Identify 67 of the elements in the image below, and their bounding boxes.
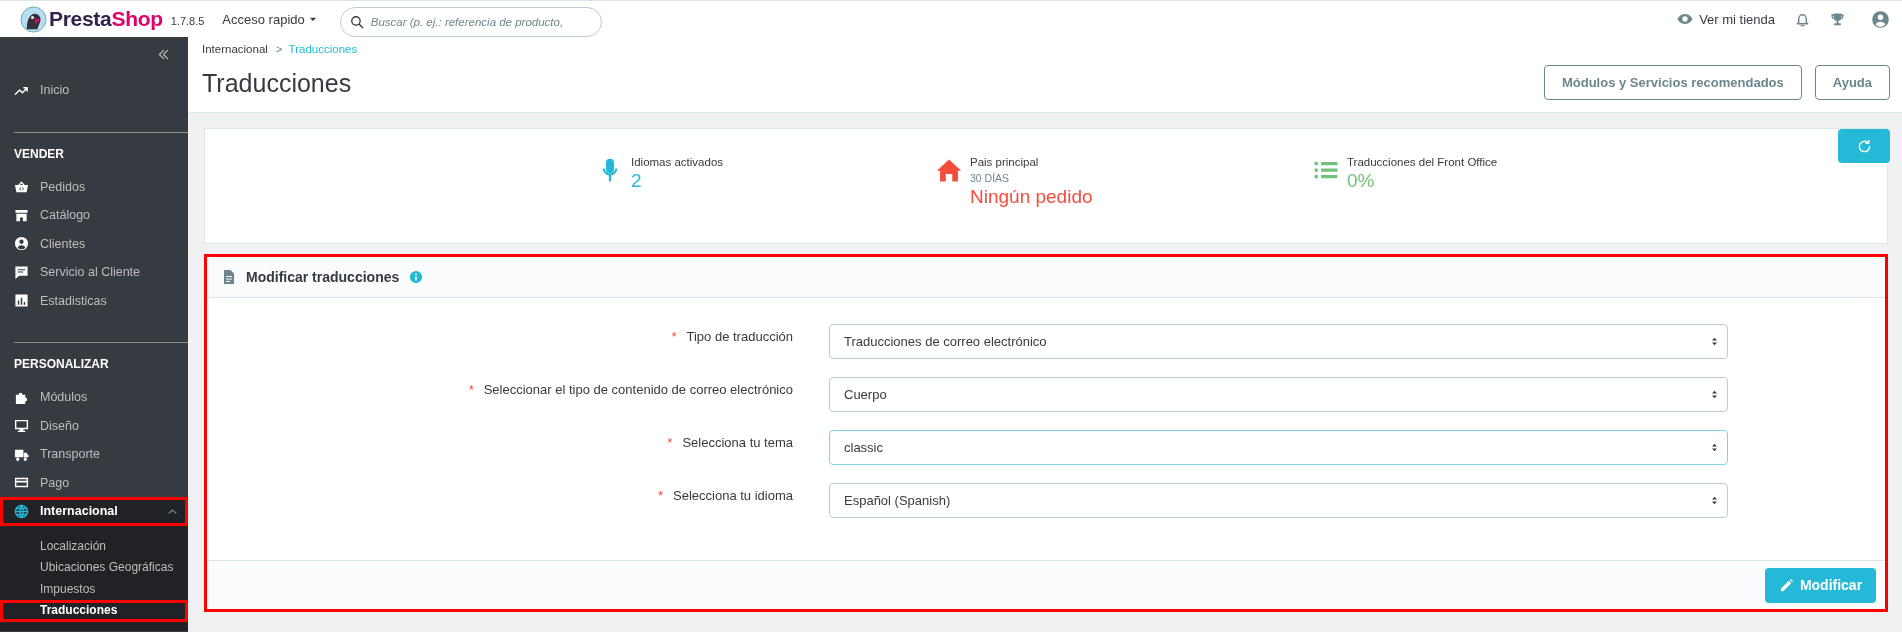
submenu-item[interactable]: Traducciones bbox=[0, 600, 188, 622]
breadcrumb-current: Traducciones bbox=[288, 43, 358, 55]
field-label: Selecciona tu tema bbox=[682, 435, 793, 450]
select-field[interactable]: classic bbox=[829, 430, 1728, 465]
breadcrumb-separator: > bbox=[275, 43, 283, 55]
page-title: Traducciones bbox=[202, 68, 352, 98]
house-icon bbox=[936, 157, 962, 183]
field-label: Selecciona tu idioma bbox=[673, 488, 793, 503]
quick-access-menu[interactable]: Acceso rapido bbox=[222, 11, 318, 27]
sidebar-item[interactable]: Módulos bbox=[0, 383, 188, 412]
stat-label: Traducciones del Front Office bbox=[1347, 156, 1498, 168]
submenu-item[interactable]: Localización bbox=[0, 535, 188, 557]
eye-icon bbox=[1677, 11, 1694, 27]
trophy-icon[interactable] bbox=[1830, 11, 1845, 27]
required-mark: * bbox=[657, 488, 664, 503]
section-heading: VENDER bbox=[14, 145, 65, 163]
info-icon[interactable] bbox=[409, 270, 424, 284]
sidebar-item[interactable]: Clientes bbox=[0, 229, 188, 258]
stat-period: 30 DÍAS bbox=[970, 172, 1011, 184]
field-label: Tipo de traducción bbox=[686, 329, 793, 344]
double-chevron-icon[interactable] bbox=[157, 48, 170, 61]
required-mark: * bbox=[468, 382, 474, 397]
select-field[interactable]: Español (Spanish) bbox=[829, 483, 1728, 518]
sidebar-item[interactable]: Transporte bbox=[0, 440, 188, 469]
stat-label: Idiomas activados bbox=[631, 156, 724, 168]
globe-icon bbox=[14, 503, 29, 519]
pencil-icon bbox=[1778, 577, 1794, 593]
select-field[interactable]: Traducciones de correo electrónico bbox=[829, 324, 1728, 359]
sidebar-item[interactable]: Inicio bbox=[0, 76, 188, 105]
submenu-item[interactable]: Ubicaciones Geográficas bbox=[0, 557, 188, 579]
store-icon bbox=[14, 207, 29, 223]
toolbar-button[interactable]: Módulos y Servicios recomendados bbox=[1543, 65, 1802, 100]
bar-chart-icon bbox=[14, 293, 29, 309]
sidebar-item[interactable]: Diseño bbox=[0, 411, 188, 440]
panel-title: Modificar traducciones bbox=[246, 269, 400, 285]
stat-value: Ningún pedido bbox=[970, 186, 1093, 208]
monitor-icon bbox=[14, 418, 29, 434]
stat-value: 0% bbox=[1347, 170, 1376, 192]
view-store-link[interactable]: Ver mi tienda bbox=[1677, 11, 1775, 27]
sidebar-item[interactable]: Pago bbox=[0, 468, 188, 497]
required-mark: * bbox=[671, 329, 677, 344]
chat-icon bbox=[14, 264, 29, 280]
breadcrumb-link[interactable]: Internacional bbox=[202, 43, 268, 55]
refresh-icon bbox=[1856, 138, 1872, 154]
user-icon[interactable] bbox=[1871, 9, 1890, 29]
sidebar-item[interactable]: Catálogo bbox=[0, 201, 188, 230]
sidebar-item[interactable]: Servicio al Cliente bbox=[0, 258, 188, 287]
stat-value: 2 bbox=[631, 170, 643, 192]
select-field[interactable]: Cuerpo bbox=[829, 377, 1728, 412]
bell-icon[interactable] bbox=[1795, 11, 1810, 27]
section-heading: PERSONALIZAR bbox=[14, 356, 110, 373]
search-field[interactable]: Buscar (p. ej.: referencia de producto, bbox=[339, 7, 602, 37]
search-icon bbox=[349, 15, 364, 29]
brand-name: PrestaShop bbox=[49, 7, 163, 31]
submenu-item[interactable]: Impuestos bbox=[0, 578, 188, 600]
user-icon bbox=[14, 236, 29, 252]
sidebar-item[interactable]: Estadisticas bbox=[0, 286, 188, 315]
sidebar-item[interactable]: Internacional bbox=[0, 497, 188, 526]
required-mark: * bbox=[667, 435, 673, 450]
toolbar-button[interactable]: Ayuda bbox=[1814, 65, 1890, 100]
document-icon bbox=[221, 268, 237, 286]
field-label: Seleccionar el tipo de contenido de correo electrónico bbox=[483, 382, 793, 397]
bird-logo-icon[interactable] bbox=[20, 5, 47, 33]
version-number: 1.7.8.5 bbox=[170, 15, 205, 27]
sidebar-item[interactable]: Pedidos bbox=[0, 172, 188, 201]
basket-icon bbox=[14, 179, 29, 195]
stat-label: Pais principal bbox=[970, 156, 1040, 168]
